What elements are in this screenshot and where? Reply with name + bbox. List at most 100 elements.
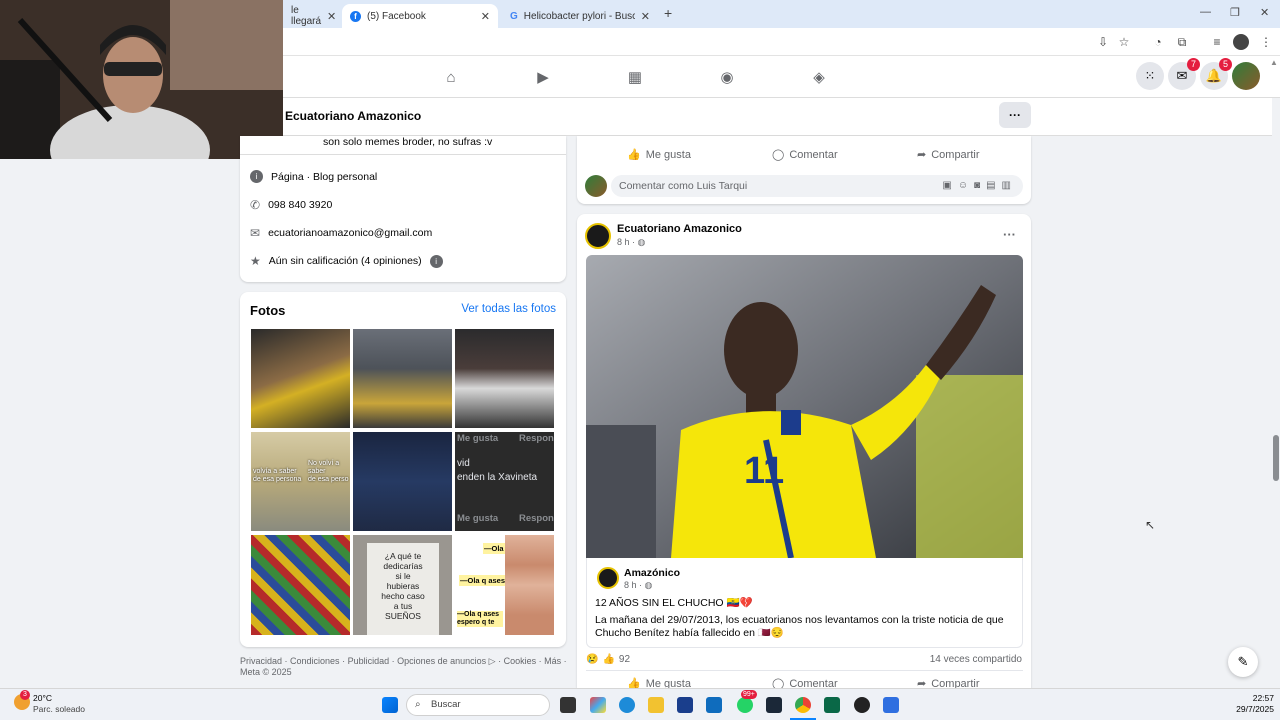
tab-facebook[interactable]: f (5) Facebook ✕: [342, 4, 498, 28]
footer-link[interactable]: Más: [544, 656, 561, 666]
obs-icon[interactable]: [854, 697, 870, 713]
photo-thumbnail[interactable]: Me gusta Respon vid enden la Xavineta Me…: [455, 432, 554, 531]
home-icon[interactable]: ⌂: [441, 68, 461, 88]
close-icon[interactable]: ✕: [481, 10, 490, 23]
see-all-photos-link[interactable]: Ver todas las fotos: [461, 303, 556, 315]
overlay-reply: Respon: [519, 433, 554, 444]
scroll-up-icon[interactable]: ▲: [1270, 58, 1278, 67]
category-label: Página: [271, 170, 304, 183]
tab-google-search[interactable]: G Helicobacter pylori - Buscar co ✕: [502, 4, 658, 28]
windows-taskbar: 3 20°C Parc. soleado ⌕ Buscar 99+ 22:57 …: [0, 688, 1280, 720]
reading-list-icon[interactable]: ≡: [1209, 34, 1225, 50]
facebook-favicon-icon: f: [350, 10, 361, 22]
file-explorer-icon[interactable]: [648, 697, 664, 713]
profile-avatar[interactable]: [1233, 34, 1249, 50]
outlook-icon[interactable]: [706, 697, 722, 713]
account-avatar[interactable]: [1232, 62, 1260, 90]
app-icon[interactable]: [883, 697, 899, 713]
weather-badge: 3: [20, 690, 30, 700]
tab-previous[interactable]: le llegará ✕: [283, 4, 341, 28]
close-icon[interactable]: ✕: [327, 10, 336, 23]
post-author[interactable]: Ecuatoriano Amazonico: [617, 223, 742, 235]
puzzle-icon[interactable]: ⧉: [1174, 34, 1190, 50]
shared-post: Amazónico 8 h · ◍ 12 AÑOS SIN EL CHUCHO …: [586, 558, 1023, 648]
overlay-like: Me gusta: [457, 433, 499, 444]
copilot-icon[interactable]: [590, 697, 606, 713]
photo-thumbnail[interactable]: ¿A qué te dedicarías si le hubieras hecho ca…: [353, 535, 452, 635]
comment-tools-icon[interactable]: ▣☺◙▤▥: [942, 175, 1017, 197]
store-icon[interactable]: [677, 697, 693, 713]
terminal-icon[interactable]: [824, 697, 840, 713]
footer-link[interactable]: Publicidad: [348, 656, 390, 666]
like-button[interactable]: 👍 Me gusta: [627, 148, 691, 162]
footer-link[interactable]: Condiciones: [290, 656, 340, 666]
photo-thumbnail[interactable]: [455, 329, 554, 428]
minimize-icon[interactable]: —: [1200, 6, 1211, 18]
page-avatar[interactable]: [585, 223, 611, 249]
globe-icon: ◍: [644, 580, 653, 590]
photo-thumbnail[interactable]: [353, 432, 452, 531]
email-link[interactable]: ecuatorianoamazonico@gmail.com: [268, 227, 432, 239]
notifications-bell-icon[interactable]: 🔔 5: [1200, 58, 1232, 90]
scrollbar[interactable]: [1272, 98, 1280, 688]
footer-link[interactable]: Cookies: [504, 656, 537, 666]
google-favicon-icon: G: [510, 10, 518, 22]
meme-bubble: —Ola q ases espero q te: [457, 611, 503, 627]
new-tab-button[interactable]: +: [664, 5, 672, 21]
comment-input[interactable]: Comentar como Luis Tarqui ▣☺◙▤▥: [611, 175, 1023, 197]
groups-icon[interactable]: ◉: [717, 68, 737, 88]
weather-icon[interactable]: 3: [14, 690, 30, 710]
meme-faces: [505, 535, 554, 635]
overlay-like: Me gusta: [457, 513, 499, 524]
install-app-icon[interactable]: ⇩: [1095, 34, 1111, 50]
maximize-icon[interactable]: ❐: [1230, 6, 1240, 19]
new-message-button[interactable]: ✎: [1228, 647, 1258, 677]
messenger-icon[interactable]: ✉ 7: [1168, 58, 1200, 90]
feed-post: Ecuatoriano Amazonico 8 h · ◍ ··· 11 Ama…: [577, 214, 1031, 690]
share-icon: ➦: [917, 149, 927, 161]
whatsapp-icon[interactable]: 99+: [737, 690, 757, 713]
photo-thumbnail[interactable]: —Ola —Ola q ases —Ola q ases espero q te: [455, 535, 554, 635]
reactions-summary[interactable]: 😢 👍 92: [586, 654, 630, 665]
photo-thumbnail[interactable]: volvía a saber de esa persona No volví a …: [251, 432, 350, 531]
share-count[interactable]: 14 veces compartido: [930, 654, 1022, 665]
edge-icon[interactable]: [619, 697, 635, 713]
close-icon[interactable]: ✕: [641, 10, 650, 23]
share-button[interactable]: ➦ Compartir: [917, 148, 980, 162]
rating-info-icon[interactable]: i: [429, 254, 443, 268]
photo-thumbnail[interactable]: [251, 535, 350, 635]
footer-link[interactable]: Opciones de anuncios: [397, 656, 486, 666]
task-view-icon[interactable]: [560, 697, 576, 713]
taskbar-search[interactable]: ⌕ Buscar: [406, 694, 550, 716]
meme-caption: volvía a saber de esa persona: [253, 468, 302, 483]
footer-link[interactable]: Privacidad: [240, 656, 282, 666]
menu-grid-icon[interactable]: ⁙: [1136, 62, 1164, 90]
window-close-icon[interactable]: ✕: [1260, 6, 1269, 19]
comment-button[interactable]: ◯ Comentar: [772, 148, 838, 162]
shared-author-avatar[interactable]: [597, 567, 619, 589]
page-more-button[interactable]: ···: [999, 102, 1031, 128]
photo-thumbnail[interactable]: [353, 329, 452, 428]
chrome-icon[interactable]: [795, 697, 811, 713]
post-image[interactable]: 11: [586, 255, 1023, 558]
marketplace-icon[interactable]: ▦: [625, 68, 645, 88]
chrome-menu-icon[interactable]: ⋮: [1258, 34, 1274, 50]
page-bio: son solo memes broder, no sufras :v: [323, 136, 493, 148]
clock-date[interactable]: 29/7/2025: [1226, 704, 1274, 714]
scrollbar-thumb[interactable]: [1273, 435, 1279, 481]
chat-badge: 99+: [741, 690, 757, 699]
bookmark-star-icon[interactable]: ☆: [1116, 34, 1132, 50]
gaming-icon[interactable]: ◈: [809, 68, 829, 88]
windows-start-icon[interactable]: [382, 697, 398, 713]
photo-thumbnail[interactable]: [251, 329, 350, 428]
overlay-reply: Respon: [519, 513, 554, 524]
post-more-button[interactable]: ···: [1003, 227, 1016, 242]
info-icon: i: [250, 170, 263, 183]
shared-author[interactable]: Amazónico: [624, 567, 680, 579]
steam-icon[interactable]: [766, 697, 782, 713]
extension-icon[interactable]: ◔: [1150, 34, 1166, 50]
phone-icon: ✆: [250, 198, 261, 212]
video-icon[interactable]: ▶: [533, 68, 553, 88]
overlay-text: vid: [457, 458, 470, 469]
clock-time[interactable]: 22:57: [1244, 693, 1274, 703]
